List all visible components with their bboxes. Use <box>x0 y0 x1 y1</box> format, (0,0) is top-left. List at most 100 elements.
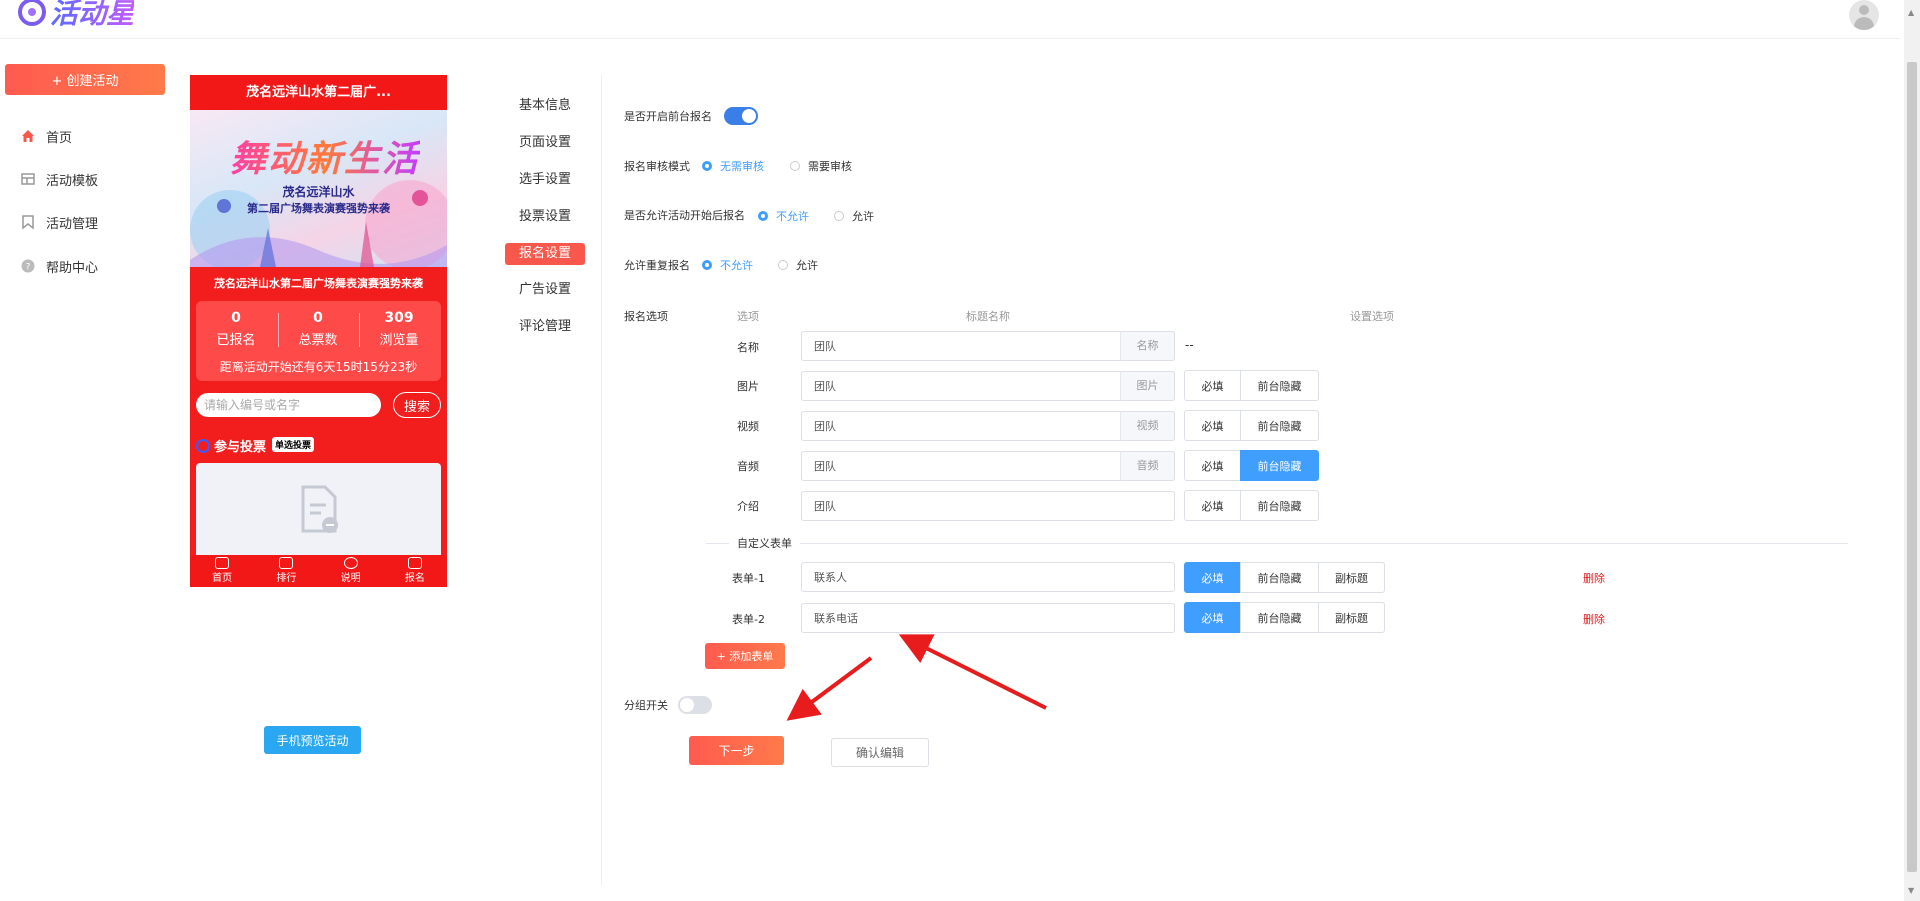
audio-input-suffix: 音频 <box>1120 451 1175 481</box>
intro-hide-button[interactable]: 前台隐藏 <box>1240 490 1319 521</box>
custom-2-hide-button[interactable]: 前台隐藏 <box>1240 602 1319 633</box>
logo-text: 活动星 <box>50 0 134 32</box>
signup-user-icon <box>407 557 422 569</box>
audio-title-input[interactable] <box>801 451 1175 481</box>
custom-form-divider <box>706 543 1848 544</box>
confirm-edit-button[interactable]: 确认编辑 <box>831 738 929 767</box>
next-step-button[interactable]: 下一步 <box>689 736 784 765</box>
sidebar-item-manage[interactable]: 活动管理 <box>20 212 98 232</box>
allow-after-start-yes-radio[interactable]: 允许 <box>834 208 874 224</box>
sidebar-item-help[interactable]: ? 帮助中心 <box>20 256 98 276</box>
video-required-button[interactable]: 必填 <box>1184 410 1241 441</box>
template-icon <box>21 173 35 185</box>
group-switch-label: 分组开关 <box>624 699 668 712</box>
custom-form-1-input[interactable] <box>801 562 1175 592</box>
custom-form-2-input[interactable] <box>801 603 1175 633</box>
stats-panel: 0 已报名 0 总票数 309 浏览量 距离活动开始还有6天15时15分23秒 <box>196 301 441 381</box>
sidebar-item-label: 活动管理 <box>46 216 99 232</box>
review-mode-required-radio[interactable]: 需要审核 <box>790 158 852 174</box>
create-activity-button[interactable]: + 创建活动 <box>5 64 165 95</box>
sidebar-item-label: 活动模板 <box>46 173 99 189</box>
col-header-settings: 设置选项 <box>1350 310 1394 323</box>
menu-divider <box>601 75 602 885</box>
group-switch-toggle[interactable] <box>678 696 712 714</box>
menu-basic-info[interactable]: 基本信息 <box>505 95 585 117</box>
phone-preview: 茂名远洋山水第二届广... 舞动新生活 茂名远洋山水 第二届广场舞表演赛强势来袭… <box>190 75 447 587</box>
intro-required-button[interactable]: 必填 <box>1184 490 1241 521</box>
sidebar-item-home[interactable]: 首页 <box>20 126 72 146</box>
signup-options-label: 报名选项 <box>624 310 668 323</box>
allow-after-start-no-radio[interactable]: 不允许 <box>758 208 809 224</box>
stat-label: 已报名 <box>216 333 256 348</box>
preview-tab-home[interactable]: 首页 <box>197 555 247 587</box>
menu-comment-manage[interactable]: 评论管理 <box>505 316 585 338</box>
col-header-option: 选项 <box>737 310 759 323</box>
preview-banner: 舞动新生活 茂名远洋山水 第二届广场舞表演赛强势来袭 <box>190 110 447 267</box>
search-input[interactable] <box>196 393 381 417</box>
menu-page-settings[interactable]: 页面设置 <box>505 132 585 154</box>
add-form-button[interactable]: + 添加表单 <box>705 643 785 669</box>
custom-1-delete-link[interactable]: 删除 <box>1583 570 1605 586</box>
video-input-suffix: 视频 <box>1120 411 1175 441</box>
name-settings-placeholder: -- <box>1185 338 1194 352</box>
custom-form-title: 自定义表单 <box>729 535 800 551</box>
allow-repeat-yes-radio[interactable]: 允许 <box>778 257 818 273</box>
custom-2-required-button[interactable]: 必填 <box>1184 602 1241 633</box>
scroll-down-arrow-icon[interactable]: ▼ <box>1908 886 1914 895</box>
user-avatar[interactable] <box>1849 0 1879 30</box>
help-icon: ? <box>21 259 35 273</box>
preview-tab-info[interactable]: 说明 <box>326 555 376 587</box>
empty-document-icon <box>301 485 338 533</box>
app-logo[interactable]: 活动星 <box>18 0 134 32</box>
menu-signup-settings[interactable]: 报名设置 <box>505 243 585 265</box>
scrollbar-thumb[interactable] <box>1907 62 1917 872</box>
home-outline-icon <box>215 557 230 569</box>
image-title-input[interactable] <box>801 371 1175 401</box>
preview-tab-signup[interactable]: 报名 <box>390 555 440 587</box>
vote-title: 参与投票 <box>214 440 267 455</box>
scroll-up-arrow-icon[interactable]: ▲ <box>1908 8 1914 17</box>
row-label-video: 视频 <box>737 420 759 433</box>
intro-title-input[interactable] <box>801 491 1175 521</box>
custom-row-label-2: 表单-2 <box>732 613 765 626</box>
menu-ad-settings[interactable]: 广告设置 <box>505 279 585 301</box>
custom-2-subtitle-button[interactable]: 副标题 <box>1318 602 1385 633</box>
preview-tab-rank[interactable]: 排行 <box>261 555 311 587</box>
event-name: 茂名远洋山水第二届广场舞表演赛强势来袭 <box>214 277 423 290</box>
audio-required-button[interactable]: 必填 <box>1184 450 1241 481</box>
image-hide-button[interactable]: 前台隐藏 <box>1240 370 1319 401</box>
search-button[interactable]: 搜索 <box>393 392 441 418</box>
custom-1-hide-button[interactable]: 前台隐藏 <box>1240 562 1319 593</box>
allow-after-start-label: 是否允许活动开始后报名 <box>624 209 745 222</box>
sidebar-item-label: 帮助中心 <box>46 260 99 276</box>
name-title-input[interactable] <box>801 331 1175 361</box>
image-required-button[interactable]: 必填 <box>1184 370 1241 401</box>
stat-value: 0 <box>231 310 241 326</box>
custom-1-required-button[interactable]: 必填 <box>1184 562 1241 593</box>
vote-radio-icon <box>196 439 210 453</box>
audio-hide-button[interactable]: 前台隐藏 <box>1240 450 1319 481</box>
review-mode-none-radio[interactable]: 无需审核 <box>702 158 764 174</box>
stat-value: 0 <box>313 310 323 326</box>
svg-text:?: ? <box>26 263 31 273</box>
row-label-name: 名称 <box>737 341 759 354</box>
custom-2-delete-link[interactable]: 删除 <box>1583 611 1605 627</box>
video-title-input[interactable] <box>801 411 1175 441</box>
bookmark-icon <box>22 215 34 230</box>
arrow-to-next-button <box>786 656 873 721</box>
banner-line1: 茂名远洋山水 <box>282 185 355 199</box>
stat-label: 总票数 <box>298 333 338 348</box>
mobile-preview-button[interactable]: 手机预览活动 <box>264 726 361 754</box>
allow-repeat-no-radio[interactable]: 不允许 <box>702 257 753 273</box>
menu-vote-settings[interactable]: 投票设置 <box>505 206 585 228</box>
menu-player-settings[interactable]: 选手设置 <box>505 169 585 191</box>
frontend-signup-toggle[interactable] <box>724 107 758 125</box>
row-label-audio: 音频 <box>737 460 759 473</box>
sidebar-item-templates[interactable]: 活动模板 <box>20 169 98 189</box>
logo-mark-icon <box>18 0 46 26</box>
custom-1-subtitle-button[interactable]: 副标题 <box>1318 562 1385 593</box>
video-hide-button[interactable]: 前台隐藏 <box>1240 410 1319 441</box>
stat-votes: 0 总票数 <box>278 310 358 348</box>
home-icon <box>22 130 34 142</box>
stat-views: 309 浏览量 <box>359 310 439 348</box>
